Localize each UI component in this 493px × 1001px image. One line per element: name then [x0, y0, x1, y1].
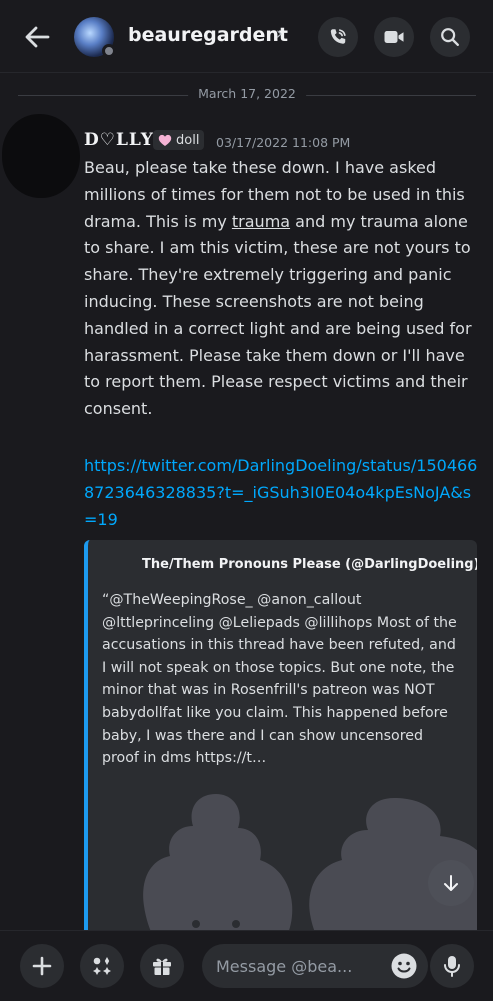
composer-bar	[0, 930, 493, 1001]
author-name[interactable]: D♡LLY	[84, 130, 154, 150]
voice-message-button[interactable]	[430, 944, 474, 988]
microphone-icon	[444, 956, 460, 977]
embed-description: “@TheWeepingRose_ @anon_callout @lttlepr…	[102, 592, 457, 767]
apps-button[interactable]	[80, 944, 124, 988]
embed-author[interactable]: The/Them Pronouns Please (@DarlingDoelin…	[142, 557, 477, 572]
arrow-down-icon	[444, 875, 458, 891]
date-divider: March 17, 2022	[18, 85, 476, 105]
chevron-right-icon[interactable]: ›	[276, 24, 283, 44]
back-arrow-icon[interactable]	[22, 22, 52, 52]
status-indicator	[102, 44, 116, 58]
user-tag-label: doll	[176, 132, 200, 148]
message-text-end: and my trauma alone to share. I am this …	[84, 211, 472, 419]
user-tag[interactable]: doll	[153, 130, 205, 150]
date-label: March 17, 2022	[188, 86, 306, 101]
link-embed[interactable]: The/Them Pronouns Please (@DarlingDoelin…	[84, 540, 477, 960]
message-body: Beau, please take these down. I have ask…	[84, 155, 484, 423]
video-call-button[interactable]	[374, 17, 414, 57]
author-avatar[interactable]	[2, 114, 80, 198]
gift-icon	[153, 958, 171, 975]
search-icon	[441, 28, 459, 46]
channel-title[interactable]: beauregardent	[128, 24, 288, 46]
attach-button[interactable]	[20, 944, 64, 988]
message-input-container[interactable]	[202, 944, 428, 988]
voice-call-button[interactable]	[318, 17, 358, 57]
phone-icon	[330, 29, 346, 44]
emoji-icon[interactable]	[390, 952, 418, 980]
message-input[interactable]	[216, 944, 366, 988]
message-text-underlined: trauma	[231, 211, 291, 231]
apps-icon	[93, 957, 111, 975]
gift-button[interactable]	[140, 944, 184, 988]
message-timestamp: 03/17/2022 11:08 PM	[216, 135, 351, 150]
jump-to-bottom-button[interactable]	[428, 860, 474, 906]
video-camera-icon	[384, 31, 404, 43]
plus-icon	[32, 956, 52, 976]
message-link[interactable]: https://twitter.com/DarlingDoeling/statu…	[84, 453, 484, 533]
chat-header: beauregardent ›	[0, 0, 493, 73]
search-button[interactable]	[430, 17, 470, 57]
heart-icon	[158, 134, 172, 146]
